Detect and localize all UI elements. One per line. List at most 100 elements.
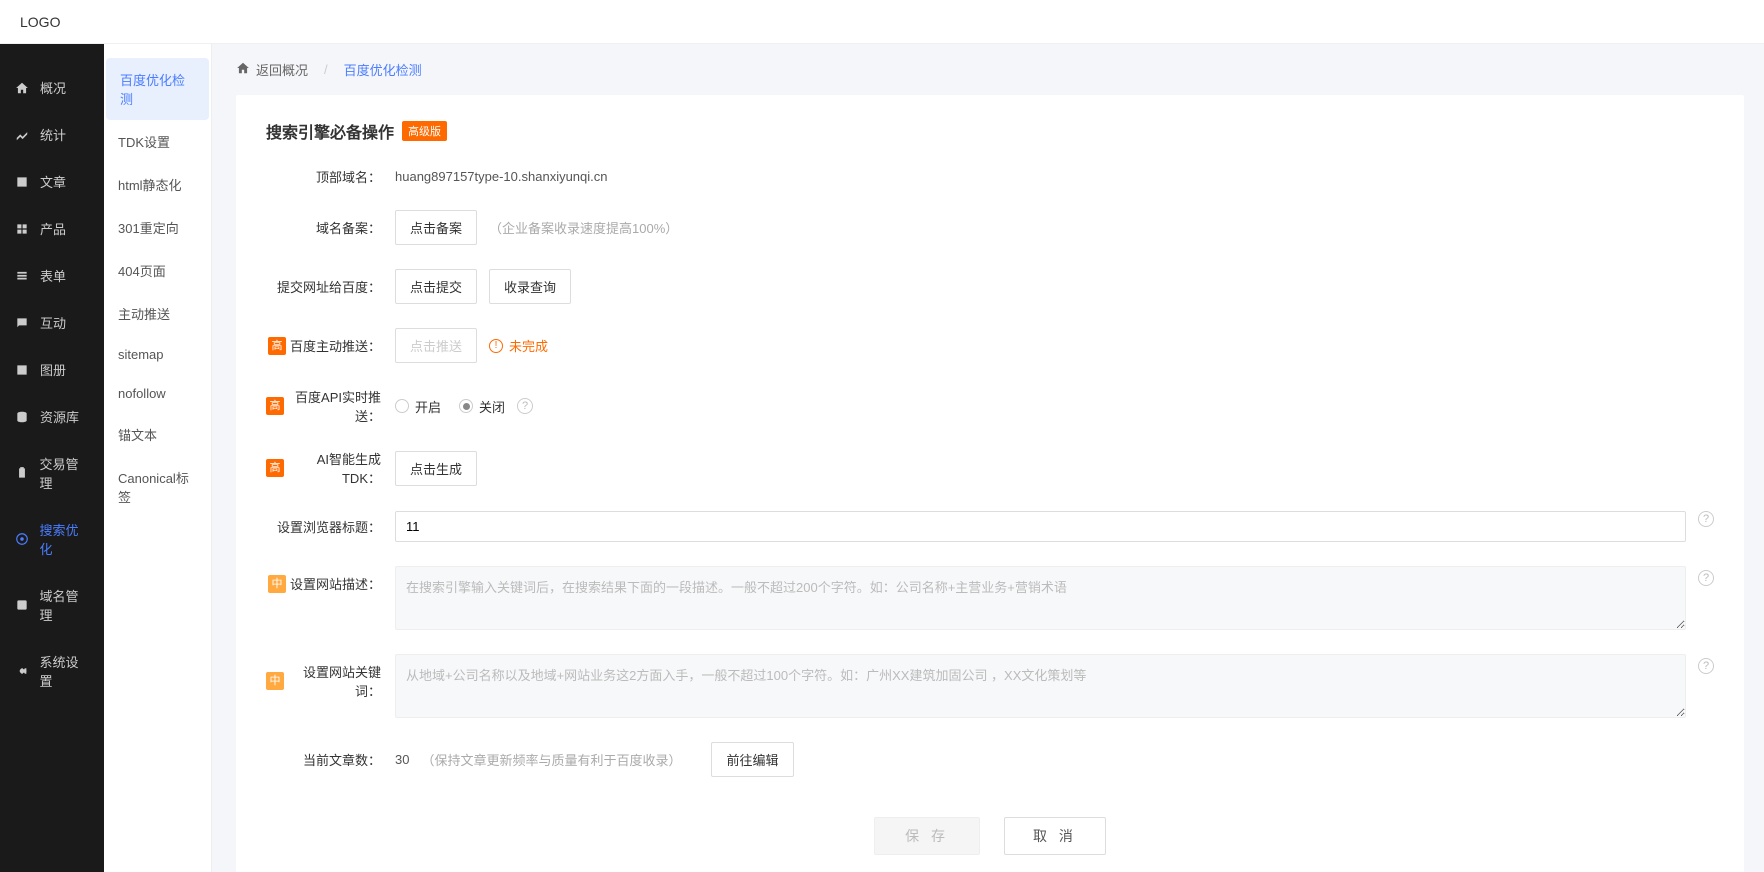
sidebar-item-overview[interactable]: 概况 <box>0 64 104 111</box>
sub-item-301[interactable]: 301重定向 <box>104 206 211 249</box>
warning-icon: ! <box>489 339 503 353</box>
help-icon[interactable]: ? <box>1698 570 1714 586</box>
articles-label: 当前文章数： <box>266 750 381 769</box>
globe-icon <box>14 597 30 613</box>
ai-generate-button[interactable]: 点击生成 <box>395 451 477 486</box>
chat-icon <box>14 315 30 331</box>
level-tag-mid: 中 <box>266 672 284 690</box>
submit-label: 提交网址给百度： <box>266 277 381 296</box>
sub-item-nofollow[interactable]: nofollow <box>104 374 211 413</box>
sidebar-item-label: 文章 <box>40 172 66 191</box>
sidebar-item-article[interactable]: 文章 <box>0 158 104 205</box>
content-area: 返回概况 / 百度优化检测 搜索引擎必备操作 高级版 顶部域名： huang89… <box>212 44 1764 872</box>
keywords-textarea[interactable] <box>395 654 1686 718</box>
help-icon[interactable]: ? <box>517 398 533 414</box>
breadcrumb-current: 百度优化检测 <box>344 60 422 79</box>
radio-circle-icon <box>459 399 473 413</box>
row-keywords: 中 设置网站关键词： ? <box>266 654 1714 718</box>
sidebar-item-stats[interactable]: 统计 <box>0 111 104 158</box>
api-label: 百度API实时推送： <box>288 387 381 425</box>
database-icon <box>14 409 30 425</box>
row-push: 高 百度主动推送： 点击推送 ! 未完成 <box>266 328 1714 363</box>
row-ai: 高 AI智能生成TDK： 点击生成 <box>266 449 1714 487</box>
title-input[interactable] <box>395 511 1686 542</box>
push-button: 点击推送 <box>395 328 477 363</box>
sidebar-item-product[interactable]: 产品 <box>0 205 104 252</box>
sidebar-item-domain[interactable]: 域名管理 <box>0 572 104 638</box>
push-label: 百度主动推送： <box>290 336 381 355</box>
chart-icon <box>14 127 30 143</box>
articles-edit-button[interactable]: 前往编辑 <box>711 742 793 777</box>
row-description: 中 设置网站描述： ? <box>266 566 1714 630</box>
sidebar-item-resource[interactable]: 资源库 <box>0 393 104 440</box>
card-title-text: 搜索引擎必备操作 <box>266 119 394 143</box>
row-api: 高 百度API实时推送： 开启 关闭 ? <box>266 387 1714 425</box>
radio-off-label: 关闭 <box>479 397 505 416</box>
home-icon <box>236 61 250 78</box>
logo: LOGO <box>20 14 60 30</box>
breadcrumb: 返回概况 / 百度优化检测 <box>236 60 1744 79</box>
pro-badge: 高级版 <box>402 121 447 141</box>
sidebar-item-form[interactable]: 表单 <box>0 252 104 299</box>
sub-item-html-static[interactable]: html静态化 <box>104 163 211 206</box>
level-tag-mid: 中 <box>268 575 286 593</box>
sidebar-item-label: 系统设置 <box>40 652 90 690</box>
breadcrumb-separator: / <box>324 62 328 77</box>
push-status-text: 未完成 <box>509 336 548 355</box>
domain-value: huang897157type-10.shanxiyunqi.cn <box>395 169 608 184</box>
sidebar-item-label: 概况 <box>40 78 66 97</box>
level-tag-high: 高 <box>266 397 284 415</box>
description-textarea[interactable] <box>395 566 1686 630</box>
submit-button[interactable]: 点击提交 <box>395 269 477 304</box>
cancel-button[interactable]: 取 消 <box>1004 817 1106 855</box>
help-icon[interactable]: ? <box>1698 511 1714 527</box>
sidebar-item-gallery[interactable]: 图册 <box>0 346 104 393</box>
sidebar-item-label: 表单 <box>40 266 66 285</box>
sub-item-baidu-check[interactable]: 百度优化检测 <box>106 58 209 120</box>
articles-count: 30 <box>395 752 409 767</box>
main-sidebar: 概况 统计 文章 产品 表单 互动 图册 资源库 <box>0 44 104 872</box>
api-radio-group: 开启 关闭 <box>395 397 505 416</box>
breadcrumb-back[interactable]: 返回概况 <box>236 60 308 79</box>
sidebar-item-label: 域名管理 <box>40 586 90 624</box>
title-label: 设置浏览器标题： <box>266 517 381 536</box>
sub-item-anchor[interactable]: 锚文本 <box>104 413 211 456</box>
sub-item-404[interactable]: 404页面 <box>104 249 211 292</box>
beian-button[interactable]: 点击备案 <box>395 210 477 245</box>
sidebar-item-label: 图册 <box>40 360 66 379</box>
save-button: 保 存 <box>874 817 980 855</box>
target-icon <box>14 531 30 547</box>
sidebar-item-label: 统计 <box>40 125 66 144</box>
radio-on[interactable]: 开启 <box>395 397 441 416</box>
top-bar: LOGO <box>0 0 1764 44</box>
query-button[interactable]: 收录查询 <box>489 269 571 304</box>
sidebar-item-seo[interactable]: 搜索优化 <box>0 506 104 572</box>
grid-icon <box>14 221 30 237</box>
settings-card: 搜索引擎必备操作 高级版 顶部域名： huang897157type-10.sh… <box>236 95 1744 872</box>
sub-item-canonical[interactable]: Canonical标签 <box>104 456 211 518</box>
domain-label: 顶部域名： <box>266 167 381 186</box>
desc-label: 设置网站描述： <box>290 574 381 593</box>
list-icon <box>14 268 30 284</box>
radio-off[interactable]: 关闭 <box>459 397 505 416</box>
level-tag-high: 高 <box>266 459 284 477</box>
sub-sidebar: 百度优化检测 TDK设置 html静态化 301重定向 404页面 主动推送 s… <box>104 44 212 872</box>
help-icon[interactable]: ? <box>1698 658 1714 674</box>
sidebar-item-settings[interactable]: 系统设置 <box>0 638 104 704</box>
sidebar-item-interaction[interactable]: 互动 <box>0 299 104 346</box>
sidebar-item-label: 资源库 <box>40 407 79 426</box>
card-title: 搜索引擎必备操作 高级版 <box>266 119 1714 143</box>
clipboard-icon <box>14 465 30 481</box>
row-submit: 提交网址给百度： 点击提交 收录查询 <box>266 269 1714 304</box>
push-status: ! 未完成 <box>489 336 548 355</box>
row-title: 设置浏览器标题： ? <box>266 511 1714 542</box>
image-icon <box>14 362 30 378</box>
sub-item-tdk[interactable]: TDK设置 <box>104 120 211 163</box>
sub-item-sitemap[interactable]: sitemap <box>104 335 211 374</box>
breadcrumb-back-label: 返回概况 <box>256 60 308 79</box>
sub-item-push[interactable]: 主动推送 <box>104 292 211 335</box>
radio-on-label: 开启 <box>415 397 441 416</box>
sidebar-item-trade[interactable]: 交易管理 <box>0 440 104 506</box>
beian-hint: （企业备案收录速度提高100%） <box>489 218 678 237</box>
row-domain: 顶部域名： huang897157type-10.shanxiyunqi.cn <box>266 167 1714 186</box>
